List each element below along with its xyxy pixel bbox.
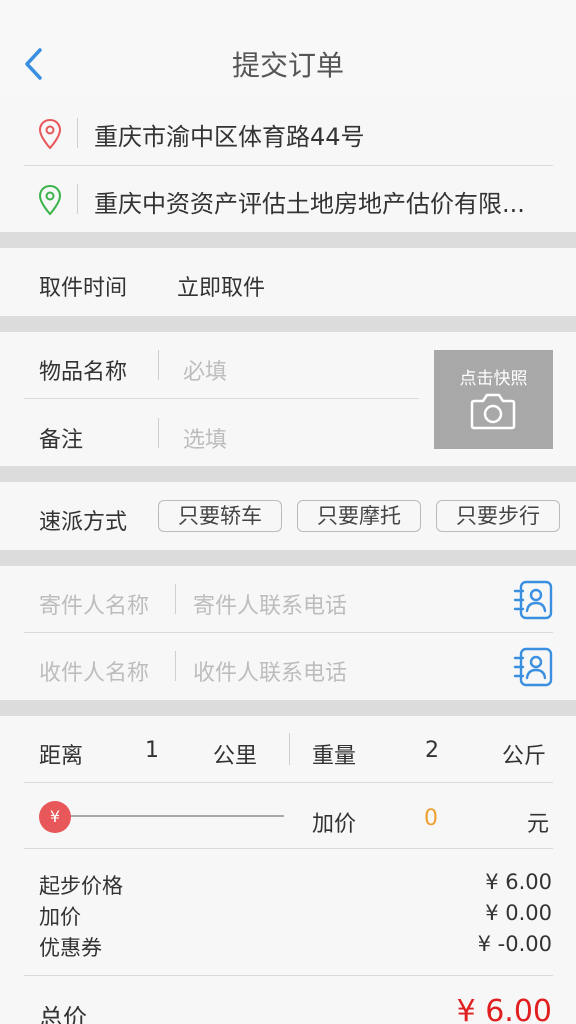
sender-address-book-icon[interactable] xyxy=(513,580,553,620)
note-input[interactable]: 选填 xyxy=(183,422,227,454)
divider xyxy=(24,398,419,399)
receiver-address-book-icon[interactable] xyxy=(513,647,553,687)
option-car[interactable]: 只要轿车 xyxy=(158,500,282,532)
section-gap xyxy=(0,550,576,566)
photo-capture-label: 点击快照 xyxy=(459,369,528,389)
coupon-label: 优惠券 xyxy=(39,936,102,960)
section-gap xyxy=(0,700,576,716)
total-value: ¥ 6.00 xyxy=(456,994,552,1024)
delivery-method-row: 速派方式 只要轿车 只要摩托 只要步行 xyxy=(0,482,576,550)
distance-value: 1 xyxy=(145,738,159,763)
weight-value: 2 xyxy=(425,738,439,763)
distance-unit: 公里 xyxy=(213,744,258,769)
weight-label: 重量 xyxy=(312,744,357,769)
section-gap xyxy=(0,316,576,332)
divider xyxy=(175,651,176,681)
divider xyxy=(24,975,553,976)
item-name-label: 物品名称 xyxy=(39,360,128,385)
markup-value: 0 xyxy=(424,806,438,831)
distance-label: 距离 xyxy=(39,744,84,769)
markup-fee-label: 加价 xyxy=(39,905,81,929)
divider xyxy=(77,184,78,214)
weight-unit: 公斤 xyxy=(502,744,547,769)
destination-address[interactable]: 重庆中资资产评估土地房地产估价有限... xyxy=(94,184,525,219)
option-walking[interactable]: 只要步行 xyxy=(436,500,560,532)
camera-icon xyxy=(470,393,516,430)
destination-pin-icon xyxy=(38,184,62,216)
divider xyxy=(24,848,553,849)
item-name-input[interactable]: 必填 xyxy=(183,354,227,386)
divider xyxy=(24,165,553,166)
divider xyxy=(158,350,159,380)
markup-slider-knob[interactable]: ¥ xyxy=(39,801,71,833)
pickup-time-label: 取件时间 xyxy=(39,276,128,301)
page-title: 提交订单 xyxy=(231,49,344,82)
markup-unit: 元 xyxy=(527,812,550,837)
divider xyxy=(24,782,553,783)
sender-phone-input[interactable]: 寄件人联系电话 xyxy=(193,588,347,620)
origin-pin-icon xyxy=(38,118,62,150)
pricing-section: 距离 1 公里 重量 2 公斤 加价 0 元 起步价格 ¥ 6.00 加价 ¥ … xyxy=(0,716,576,1024)
base-price-value: ¥ 6.00 xyxy=(485,870,552,894)
divider xyxy=(175,584,176,614)
delivery-method-label: 速派方式 xyxy=(39,510,128,535)
total-label: 总价 xyxy=(39,1004,87,1024)
markup-fee-value: ¥ 0.00 xyxy=(485,901,552,925)
coupon-value: ¥ -0.00 xyxy=(477,932,552,956)
pickup-time-row[interactable]: 取件时间 立即取件 xyxy=(0,248,576,316)
divider xyxy=(158,418,159,448)
contacts-section: 寄件人名称 寄件人联系电话 收件人名称 收件人联系电话 xyxy=(0,566,576,700)
divider xyxy=(77,118,78,148)
option-motorcycle[interactable]: 只要摩托 xyxy=(297,500,421,532)
address-section: 重庆市渝中区体育路44号 重庆中资资产评估土地房地产估价有限... xyxy=(0,98,576,232)
section-gap xyxy=(0,232,576,248)
receiver-phone-input[interactable]: 收件人联系电话 xyxy=(193,655,347,687)
sender-name-input[interactable]: 寄件人名称 xyxy=(39,588,149,620)
markup-label: 加价 xyxy=(312,812,357,837)
receiver-name-input[interactable]: 收件人名称 xyxy=(39,655,149,687)
origin-address[interactable]: 重庆市渝中区体育路44号 xyxy=(94,117,365,152)
divider xyxy=(289,733,290,765)
divider xyxy=(24,632,553,633)
navigation-bar: 提交订单 xyxy=(0,0,576,98)
base-price-label: 起步价格 xyxy=(39,874,123,898)
section-gap xyxy=(0,466,576,482)
pickup-time-value[interactable]: 立即取件 xyxy=(177,270,265,302)
markup-slider-track[interactable] xyxy=(70,815,284,817)
photo-capture-button[interactable]: 点击快照 xyxy=(434,350,553,449)
note-label: 备注 xyxy=(39,428,84,453)
